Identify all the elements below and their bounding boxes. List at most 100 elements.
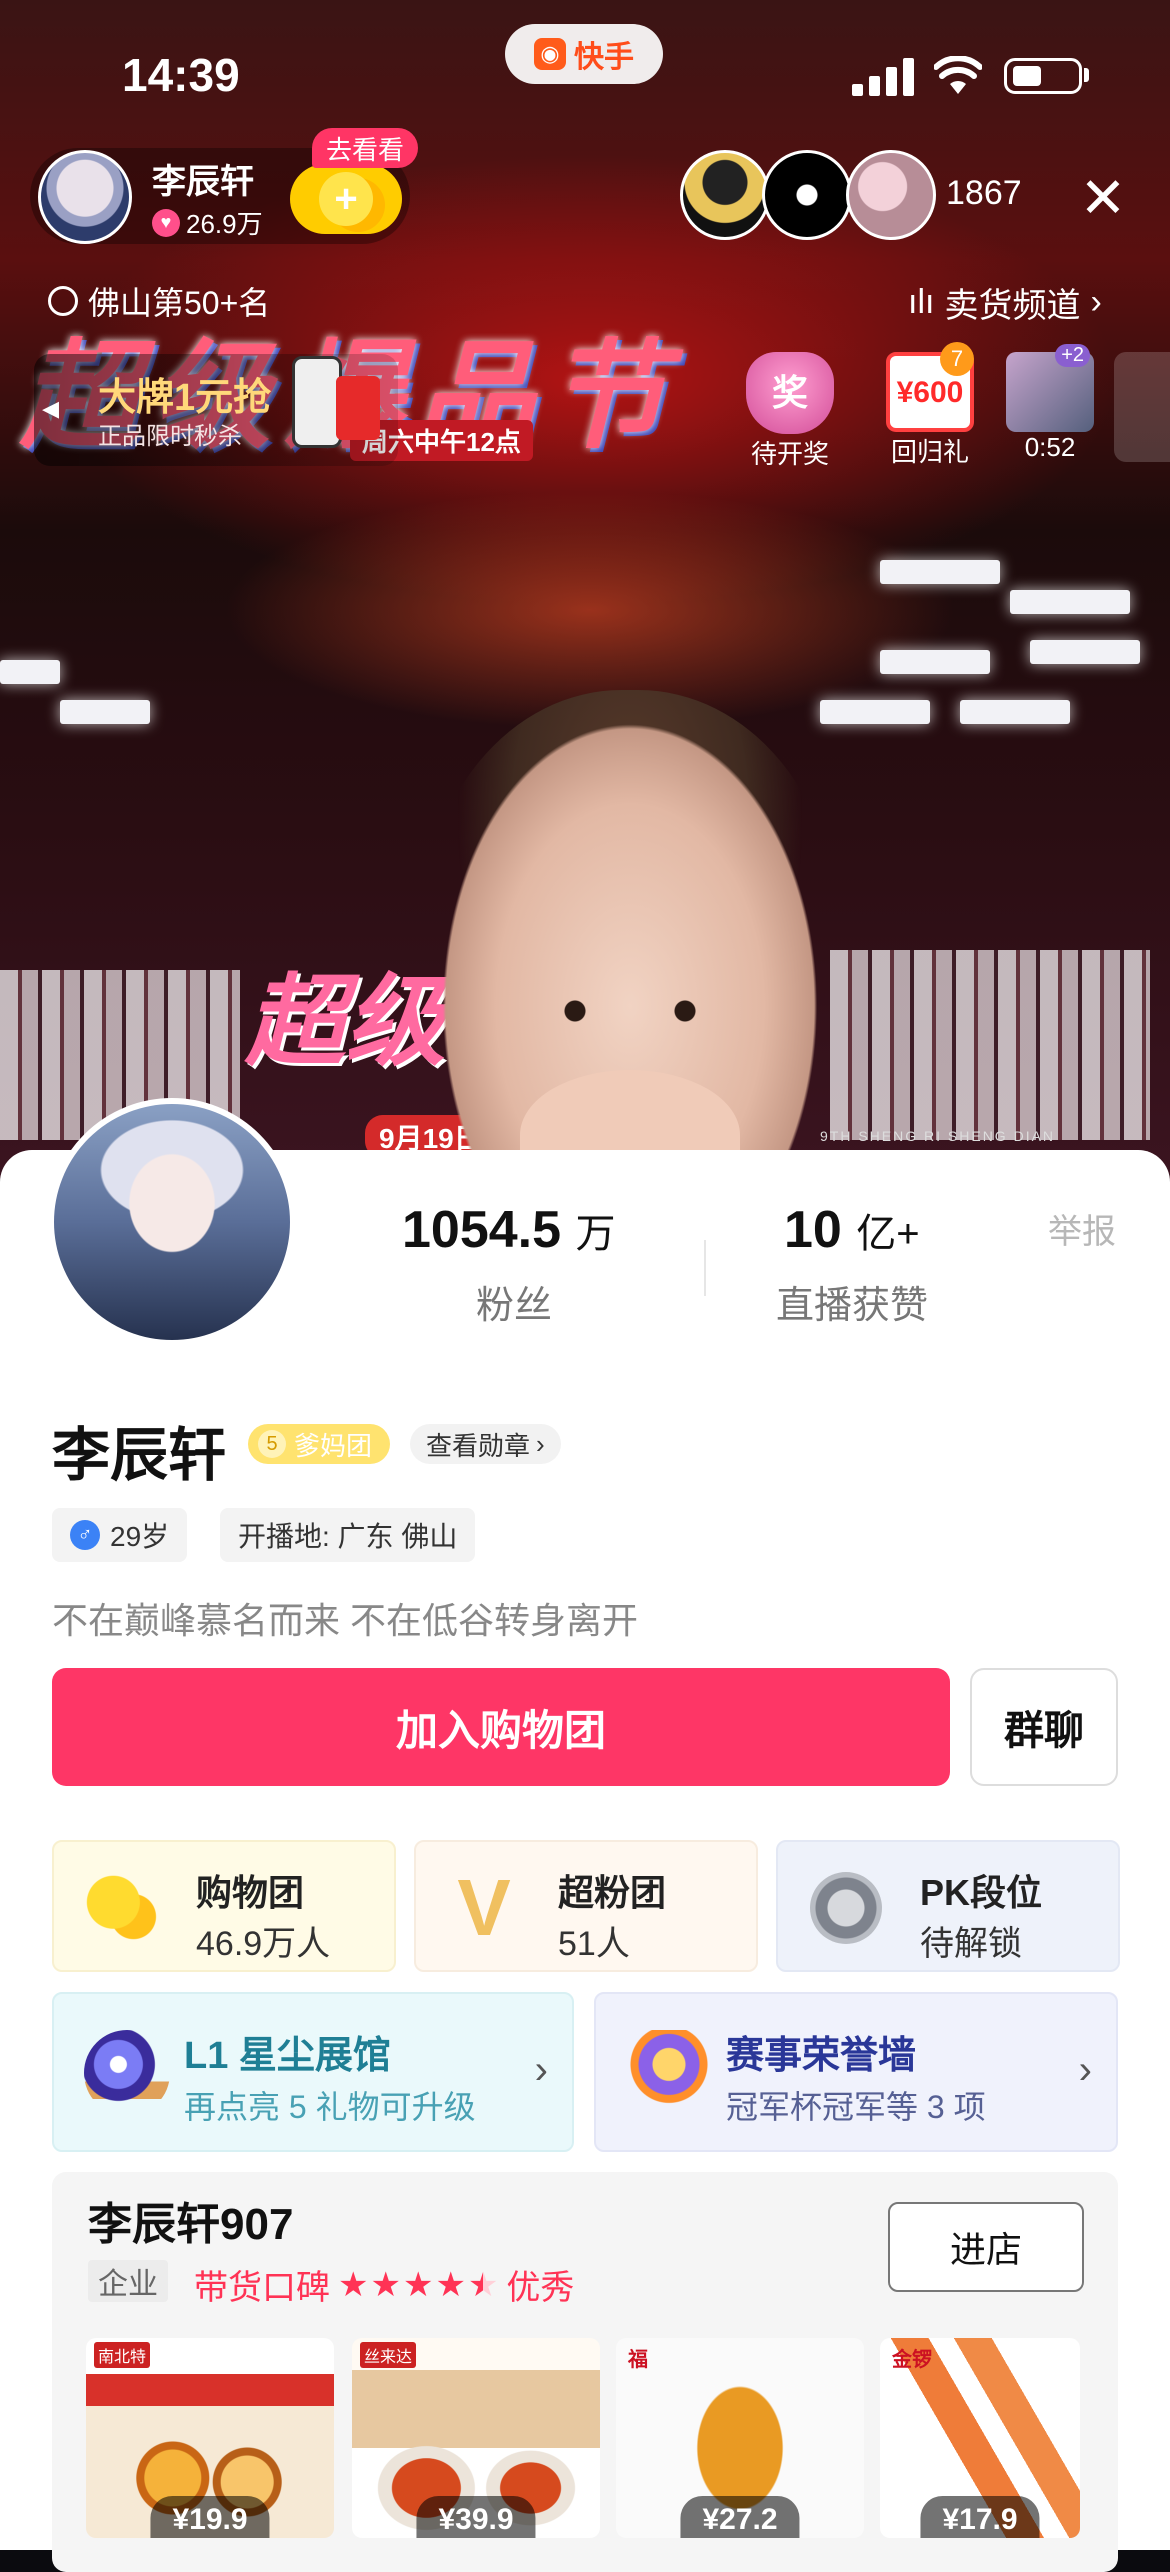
followers-label: 粉丝: [476, 1285, 553, 1327]
honor-title: 赛事荣誉墙: [726, 2035, 917, 2077]
product-shelf: [830, 950, 1150, 1140]
return-gift-widget[interactable]: ¥600 7 回归礼: [880, 342, 980, 469]
product-card[interactable]: 福 ¥27.2: [616, 2338, 864, 2538]
ceiling-light: [0, 660, 60, 684]
store-name[interactable]: 李辰轩907: [88, 2188, 293, 2252]
enter-store-button[interactable]: 进店: [888, 2202, 1084, 2292]
app-name: 快手: [574, 41, 634, 74]
likes-count: 10 亿+: [784, 1200, 920, 1260]
ceiling-light: [820, 700, 930, 724]
ceiling-light: [60, 700, 150, 724]
super-fan-tile[interactable]: V 超粉团 51人: [414, 1840, 758, 1972]
product-brand: 南北特: [94, 2342, 151, 2368]
ceiling-light: [880, 650, 990, 674]
view-medals-link[interactable]: 查看勋章 ›: [410, 1424, 561, 1464]
chevron-right-icon: ›: [1090, 283, 1102, 321]
return-gift-label: 回归礼: [890, 437, 969, 467]
background-banner-mid: 超级: [245, 966, 445, 1078]
tile-subtitle: 46.9万人: [196, 1925, 331, 1963]
star-icon: ★: [467, 2265, 499, 2304]
lottery-widget[interactable]: 奖 待开奖: [740, 352, 840, 471]
chevron-right-icon: ›: [536, 1428, 545, 1459]
app-badge[interactable]: ◉ 快手: [505, 24, 663, 84]
product-brand: 丝来达: [360, 2342, 417, 2368]
group-chat-button[interactable]: 群聊: [970, 1668, 1118, 1786]
store-reputation: 带货口碑 ★ ★ ★ ★ ★ 优秀: [194, 2260, 574, 2309]
timer-label: 0:52: [1024, 432, 1076, 462]
promo-title: 大牌1元抢: [98, 377, 272, 419]
kuaishou-logo-icon: ◉: [534, 38, 566, 70]
fan-group-badge[interactable]: 5 爹妈团: [248, 1424, 391, 1464]
more-widgets-edge[interactable]: [1114, 352, 1170, 462]
shopping-group-icon: [86, 1872, 158, 1944]
follow-button[interactable]: +: [290, 164, 402, 234]
fan-group-label: 爹妈团: [294, 1430, 373, 1461]
chevron-left-icon[interactable]: ◂: [42, 388, 59, 428]
heart-icon: ♥: [152, 208, 180, 237]
pk-rank-tile[interactable]: PK段位 待解锁: [776, 1840, 1120, 1972]
product-card[interactable]: 南北特 ¥19.9: [86, 2338, 334, 2538]
return-gift-badge: 7: [940, 342, 974, 376]
timer-widget[interactable]: +2 0:52: [1000, 344, 1100, 463]
top-viewer-avatar[interactable]: [846, 150, 936, 240]
profile-name: 李辰轩: [52, 1423, 227, 1488]
trophy-icon: [626, 2030, 712, 2116]
stats-divider: [704, 1240, 706, 1296]
host-name: 李辰轩: [152, 163, 254, 201]
host-likes: ♥ 26.9万: [152, 204, 263, 241]
pk-medal-icon: [810, 1872, 882, 1944]
male-icon: ♂: [70, 1520, 100, 1550]
crystal-ball-icon: [84, 2030, 170, 2116]
profile-bio: 不在巅峰慕名而来 不在低谷转身离开: [52, 1600, 639, 1641]
age-chip: ♂ 29岁: [52, 1508, 188, 1562]
ceiling-light: [960, 700, 1070, 724]
sales-channel-text: 卖货频道: [944, 287, 1081, 325]
ceiling-light: [1010, 590, 1130, 614]
followers-count: 1054.5 万: [402, 1200, 616, 1260]
battery-cap: [1084, 68, 1089, 82]
likes-label: 直播获赞: [776, 1285, 929, 1327]
phone-image: [292, 356, 342, 448]
sales-channel-link[interactable]: ılı 卖货频道 ›: [908, 278, 1102, 327]
likes-value: 10: [784, 1201, 842, 1259]
star-icon: ★: [370, 2265, 401, 2304]
host-avatar[interactable]: [38, 150, 132, 244]
honor-wall-card[interactable]: 赛事荣誉墙 冠军杯冠军等 3 项 ›: [594, 1992, 1118, 2152]
city-rank[interactable]: 佛山第50+名: [48, 278, 270, 324]
rating-stars: ★ ★ ★ ★ ★: [338, 2265, 498, 2305]
close-icon[interactable]: ✕: [1075, 170, 1131, 226]
top-viewer-avatar[interactable]: [762, 150, 852, 240]
go-see-tooltip[interactable]: 去看看: [312, 128, 419, 168]
status-time: 14:39: [122, 49, 240, 101]
streamer-eyes: [520, 1000, 740, 1022]
age-text: 29岁: [110, 1521, 170, 1552]
viewer-count[interactable]: 1867: [946, 174, 1022, 213]
promo-subtitle: 正品限时秒杀: [98, 423, 242, 450]
followers-value: 1054.5: [402, 1201, 562, 1259]
chevron-right-icon: ›: [1078, 2048, 1092, 2092]
host-likes-count: 26.9万: [186, 209, 263, 239]
tile-title: PK段位: [920, 1872, 1043, 1913]
report-link[interactable]: 举报: [1048, 1204, 1116, 1253]
location-text: 开播地: 广东 佛山: [238, 1521, 458, 1552]
city-rank-text: 佛山第50+名: [88, 285, 271, 321]
star-icon: ★: [402, 2265, 434, 2304]
product-card[interactable]: 丝来达 ¥39.9: [352, 2338, 600, 2538]
join-shopping-group-button[interactable]: 加入购物团: [52, 1668, 950, 1786]
star-icon: ★: [435, 2265, 466, 2304]
fan-level: 5: [258, 1430, 286, 1458]
star-icon: ★: [338, 2265, 369, 2304]
profile-avatar[interactable]: [48, 1098, 296, 1346]
battery-icon: [1004, 58, 1082, 94]
reputation-label: 带货口碑: [194, 2269, 330, 2307]
stardust-exhibit-card[interactable]: L1 星尘展馆 再点亮 5 礼物可升级 ›: [52, 1992, 574, 2152]
product-card[interactable]: 金锣 ¥17.9: [880, 2338, 1080, 2538]
honor-subtitle: 冠军杯冠军等 3 项: [726, 2089, 986, 2125]
tile-title: 购物团: [196, 1872, 305, 1913]
top-viewer-avatar[interactable]: [680, 150, 770, 240]
rating-text: 优秀: [506, 2269, 575, 2307]
location-icon: [48, 286, 78, 316]
timer-badge: +2: [1055, 344, 1090, 367]
store-type-badge: 企业: [88, 2260, 168, 2302]
shopping-group-tile[interactable]: 购物团 46.9万人: [52, 1840, 396, 1972]
